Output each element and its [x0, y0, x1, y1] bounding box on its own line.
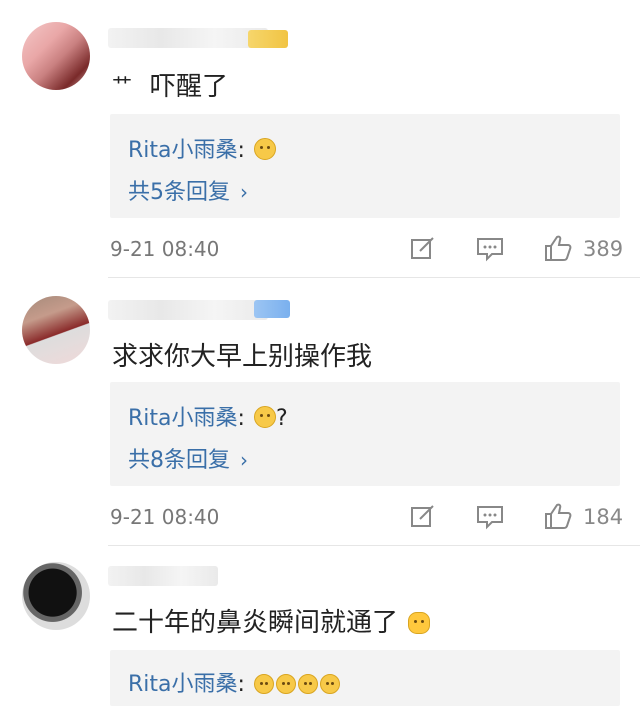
share-edit-icon[interactable] — [410, 236, 436, 262]
upside-down-face-emoji-icon — [253, 138, 276, 160]
reply-box[interactable]: Rita小雨桑: — [110, 650, 620, 706]
chevron-right-icon: › — [240, 448, 248, 472]
reply-preview: Rita小雨桑: — [128, 132, 276, 164]
reply-colon: : — [237, 406, 245, 431]
reply-colon: : — [237, 138, 245, 163]
like-count: 389 — [583, 237, 624, 261]
comment-prefix-glyph: 艹 — [112, 73, 132, 97]
slight-smile-emoji-icon — [319, 674, 340, 694]
reply-author[interactable]: Rita小雨桑 — [128, 672, 238, 697]
avatar[interactable] — [22, 22, 90, 90]
chevron-right-icon: › — [240, 180, 248, 204]
comment-body: 求求你大早上别操作我 — [112, 342, 373, 372]
reply-preview: Rita小雨桑: — [128, 666, 340, 698]
reply-colon: : — [237, 672, 245, 697]
comment-text: 求求你大早上别操作我 — [112, 336, 372, 373]
member-badge — [248, 30, 288, 48]
reply-author[interactable]: Rita小雨桑 — [128, 138, 238, 163]
reply-extra: ? — [275, 406, 288, 431]
comment-item: 求求你大早上别操作我 Rita小雨桑: ? 共8条回复 › 9-21 08:40 … — [0, 278, 640, 546]
reply-preview: Rita小雨桑: ? — [128, 400, 288, 432]
comment-body: 吓醒了 — [150, 72, 229, 102]
comment-text: 二十年的鼻炎瞬间就通了 — [112, 602, 431, 639]
shrug-emoji-icon — [408, 612, 431, 634]
more-replies-label: 共5条回复 — [128, 180, 230, 205]
username-blurred[interactable] — [108, 566, 218, 586]
comment-timestamp: 9-21 08:40 — [110, 237, 220, 261]
upside-down-face-emoji-icon — [253, 406, 276, 428]
comment-icon[interactable] — [476, 504, 504, 530]
username-blurred[interactable] — [108, 300, 268, 320]
comment-text: 艹吓醒了 — [112, 66, 228, 103]
comment-item: 艹吓醒了 Rita小雨桑: 共5条回复 › 9-21 08:40 389 — [0, 0, 640, 278]
avatar[interactable] — [22, 296, 90, 364]
comment-body: 二十年的鼻炎瞬间就通了 — [112, 608, 399, 638]
comment-item: 二十年的鼻炎瞬间就通了 Rita小雨桑: — [0, 546, 640, 706]
slight-smile-emoji-icon — [253, 674, 274, 694]
comment-timestamp: 9-21 08:40 — [110, 505, 220, 529]
slight-smile-emoji-icon — [297, 674, 318, 694]
slight-smile-emoji-icon — [275, 674, 296, 694]
comment-icon[interactable] — [476, 236, 504, 262]
share-edit-icon[interactable] — [410, 504, 436, 530]
reply-box[interactable]: Rita小雨桑: ? 共8条回复 › — [110, 382, 620, 486]
reply-author[interactable]: Rita小雨桑 — [128, 406, 238, 431]
reply-box[interactable]: Rita小雨桑: 共5条回复 › — [110, 114, 620, 218]
more-replies-label: 共8条回复 — [128, 448, 230, 473]
thumbs-up-icon[interactable] — [543, 501, 573, 531]
username-blurred[interactable] — [108, 28, 268, 48]
avatar[interactable] — [22, 562, 90, 630]
like-count: 184 — [583, 505, 624, 529]
more-replies-link[interactable]: 共8条回复 › — [128, 442, 248, 474]
thumbs-up-icon[interactable] — [543, 233, 573, 263]
more-replies-link[interactable]: 共5条回复 › — [128, 174, 248, 206]
member-badge — [254, 300, 290, 318]
